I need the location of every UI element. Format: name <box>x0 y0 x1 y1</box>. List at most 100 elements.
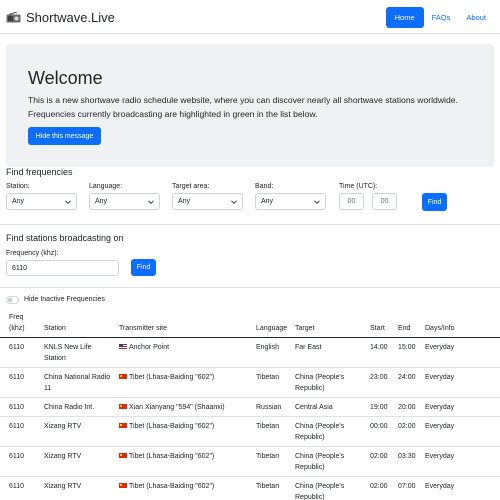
minute-input[interactable]: 00 <box>372 193 397 210</box>
target-area-label: Target area: <box>172 183 210 190</box>
chevron-down-icon <box>148 200 154 205</box>
hide-inactive-toggle[interactable] <box>6 296 19 304</box>
brand-name: Shortwave.Live <box>26 9 115 25</box>
cell-target-line2: Republic) <box>295 434 325 441</box>
cell-target-line2: Republic) <box>295 464 325 471</box>
header-target: Target <box>295 325 315 332</box>
cell-start: 14:00 <box>370 344 388 351</box>
cell-target: Far East <box>295 344 322 351</box>
nav-home[interactable]: Home <box>385 7 424 28</box>
cell-language: Russian <box>256 404 282 411</box>
us-flag-icon <box>119 343 127 349</box>
cell-station: KNLS New Life <box>44 344 92 351</box>
cell-language: Tibetan <box>256 423 280 430</box>
target-area-select[interactable]: Any <box>172 193 243 210</box>
cell-site: Tibet (Lhasa-Baiding "602") <box>119 421 214 432</box>
toggle-knob <box>8 298 12 302</box>
cell-days: Everyday <box>425 374 455 381</box>
frequency-label: Frequency (khz): <box>6 250 59 257</box>
cell-start: 19:00 <box>370 404 388 411</box>
cell-end: 24:00 <box>398 374 416 381</box>
cell-target: China (People's <box>295 374 345 381</box>
cell-freq: 6110 <box>9 344 25 351</box>
header-station: Station <box>44 325 66 332</box>
cell-days: Everyday <box>425 423 455 430</box>
nav-links: Home FAQs About <box>385 7 494 28</box>
cell-days: Everyday <box>425 483 455 490</box>
cn-flag-icon <box>119 482 127 488</box>
cell-freq: 6110 <box>9 374 25 381</box>
station-select[interactable]: Any <box>6 193 77 210</box>
cell-language: English <box>256 344 279 351</box>
divider <box>0 224 500 225</box>
cell-start: 00:00 <box>370 423 388 430</box>
band-select[interactable]: Any <box>255 193 326 210</box>
cell-station: Xizang RTV <box>44 453 82 460</box>
cell-end: 03:30 <box>398 453 416 460</box>
band-select-value: Any <box>261 198 274 205</box>
cell-site: Tibet (Lhasa-Baiding "602") <box>119 481 214 492</box>
cell-station-line2: 11 <box>44 385 52 392</box>
cell-end: 02:00 <box>398 423 416 430</box>
cell-days: Everyday <box>425 453 455 460</box>
brand-link[interactable]: Shortwave.Live <box>6 8 115 26</box>
nav-about[interactable]: About <box>458 7 494 28</box>
cell-freq: 6110 <box>9 404 25 411</box>
cell-end: 15:00 <box>398 344 416 351</box>
divider <box>0 287 500 288</box>
header-freq: Freq <box>9 314 24 321</box>
station-select-value: Any <box>12 198 25 205</box>
cell-freq: 6110 <box>9 423 25 430</box>
language-select[interactable]: Any <box>89 193 160 210</box>
cell-target: Central Asia <box>295 404 333 411</box>
find-stations-button[interactable]: Find <box>131 259 156 276</box>
table-row[interactable]: 6110 KNLS New Life Station Anchor Point … <box>0 338 500 368</box>
find-frequencies-button[interactable]: Find <box>422 193 447 211</box>
cell-site-text: Tibet (Lhasa-Baiding "602") <box>129 374 215 381</box>
cell-station: China National Radio <box>44 374 111 381</box>
chevron-down-icon <box>65 200 71 205</box>
header-freq-unit: (khz) <box>9 325 25 332</box>
cell-target-line2: Republic) <box>295 494 325 500</box>
cell-start: 02:00 <box>370 483 388 490</box>
table-row[interactable]: 6110 Xizang RTV Tibet (Lhasa-Baiding "60… <box>0 417 500 447</box>
cell-end: 07:00 <box>398 483 416 490</box>
target-area-select-value: Any <box>178 198 191 205</box>
station-label: Station: <box>6 183 30 190</box>
frequency-table: Freq (khz) Station Transmitter site Lang… <box>0 309 500 500</box>
table-row[interactable]: 6110 China Radio Int. Xian Xianyang "594… <box>0 398 500 417</box>
cell-start: 02:00 <box>370 453 388 460</box>
cell-site: Xian Xianyang "594" (Shaanxi) <box>119 402 225 413</box>
cell-language: Tibetan <box>256 483 280 490</box>
cn-flag-icon <box>119 373 127 379</box>
hide-message-button[interactable]: Hide this message <box>28 127 101 145</box>
header-site: Transmitter site <box>119 325 167 332</box>
language-select-value: Any <box>95 198 108 205</box>
cell-freq: 6110 <box>9 453 25 460</box>
cn-flag-icon <box>119 403 127 409</box>
cell-site-text: Tibet (Lhasa-Baiding "602") <box>129 423 215 430</box>
table-row[interactable]: 6110 China National Radio 11 Tibet (Lhas… <box>0 368 500 398</box>
hour-input[interactable]: 00 <box>339 193 364 210</box>
cn-flag-icon <box>119 422 127 428</box>
header-days: Days/Info <box>425 325 455 332</box>
cell-station: China Radio Int. <box>44 404 95 411</box>
cell-target: China (People's <box>295 483 345 490</box>
band-label: Band: <box>255 183 274 190</box>
cell-station-line2: Station <box>44 355 66 362</box>
table-row[interactable]: 6110 Xizang RTV Tibet (Lhasa-Baiding "60… <box>0 447 500 477</box>
radio-icon <box>6 11 21 22</box>
chevron-down-icon <box>231 200 237 205</box>
chevron-down-icon <box>314 200 320 205</box>
welcome-title: Welcome <box>28 68 103 88</box>
language-label: Language: <box>89 183 123 190</box>
welcome-panel: Welcome This is a new shortwave radio sc… <box>6 44 494 167</box>
cell-site-text: Anchor Point <box>129 344 170 351</box>
cell-target: China (People's <box>295 423 345 430</box>
frequency-input[interactable]: 6110 <box>6 260 119 276</box>
cell-freq: 6110 <box>9 483 25 490</box>
cell-site-text: Tibet (Lhasa-Baiding "602") <box>129 453 215 460</box>
table-row[interactable]: 6110 Xizang RTV Tibet (Lhasa-Baiding "60… <box>0 477 500 500</box>
nav-faqs[interactable]: FAQs <box>424 7 459 28</box>
cell-station: Xizang RTV <box>44 483 82 490</box>
